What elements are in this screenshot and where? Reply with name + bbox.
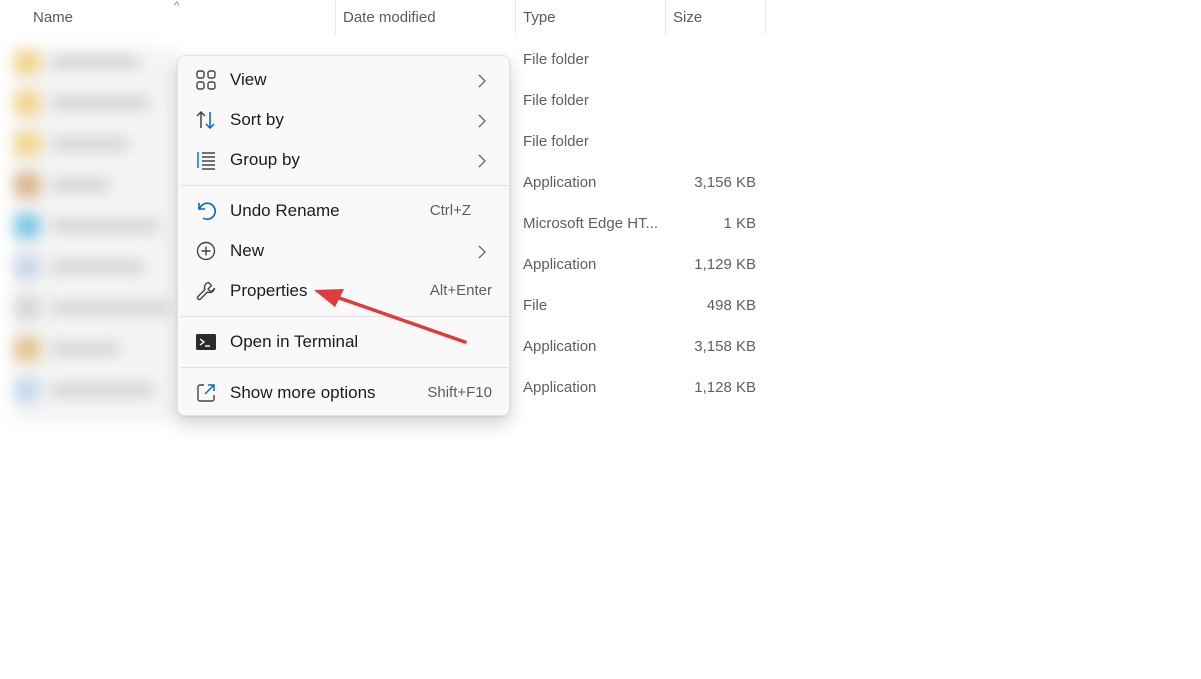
chevron-right-icon — [476, 245, 488, 259]
menu-item-shortcut: Ctrl+Z — [429, 202, 471, 219]
table-row-size: 1,128 KB — [694, 379, 756, 396]
menu-item-view[interactable]: View — [178, 60, 511, 100]
menu-item-properties[interactable]: Properties Alt+Enter — [178, 271, 511, 311]
sort-ascending-icon: ^ — [174, 0, 180, 12]
table-row-type: Application — [523, 338, 597, 355]
menu-item-sort-by[interactable]: Sort by — [178, 100, 511, 140]
menu-separator — [180, 185, 509, 186]
table-row-size: 3,158 KB — [694, 338, 756, 355]
column-header-name[interactable]: Name — [33, 0, 73, 34]
chevron-right-icon — [476, 74, 488, 88]
menu-separator — [180, 316, 509, 317]
share-external-icon — [195, 382, 217, 404]
table-row-type: Application — [523, 256, 597, 273]
table-row-type: Application — [523, 379, 597, 396]
menu-item-show-more-options[interactable]: Show more options Shift+F10 — [178, 373, 511, 413]
menu-item-label: Show more options — [230, 383, 376, 402]
table-row-type: File folder — [523, 51, 589, 68]
menu-separator — [180, 367, 509, 368]
grid-view-icon — [195, 69, 217, 91]
chevron-right-icon — [476, 154, 488, 168]
table-row-type: File folder — [523, 133, 589, 150]
plus-circle-icon — [195, 240, 217, 262]
wrench-icon — [195, 280, 217, 302]
sort-arrows-icon — [195, 109, 217, 131]
terminal-icon — [195, 331, 217, 353]
menu-item-new[interactable]: New — [178, 231, 511, 271]
chevron-right-icon — [476, 114, 488, 128]
table-row-type: File — [523, 297, 548, 314]
menu-item-group-by[interactable]: Group by — [178, 140, 511, 180]
menu-item-label: Open in Terminal — [230, 332, 359, 351]
column-divider[interactable] — [665, 0, 666, 34]
table-row-size: 498 KB — [706, 297, 756, 314]
context-menu: View Sort by Group by Undo Rename Ctrl+Z… — [177, 55, 510, 416]
menu-item-shortcut: Alt+Enter — [429, 282, 492, 299]
menu-item-label: Undo Rename — [230, 201, 340, 220]
menu-item-label: New — [230, 241, 265, 260]
column-header-date-modified[interactable]: Date modified — [343, 0, 436, 34]
blurred-file-names — [12, 48, 177, 421]
menu-item-label: Sort by — [230, 110, 284, 129]
column-divider[interactable] — [765, 0, 766, 34]
column-divider[interactable] — [515, 0, 516, 34]
undo-icon — [195, 200, 217, 222]
column-divider[interactable] — [335, 0, 336, 34]
group-list-icon — [195, 149, 217, 171]
table-row-size: 3,156 KB — [694, 174, 756, 191]
table-row-type: Application — [523, 174, 597, 191]
table-row-type: File folder — [523, 92, 589, 109]
table-row-size: 1 KB — [723, 215, 756, 232]
menu-item-shortcut: Shift+F10 — [427, 384, 492, 401]
menu-item-undo-rename[interactable]: Undo Rename Ctrl+Z — [178, 191, 511, 231]
table-row-size: 1,129 KB — [694, 256, 756, 273]
menu-item-label: Group by — [230, 150, 300, 169]
menu-item-label: View — [230, 70, 267, 89]
menu-item-label: Properties — [230, 281, 308, 300]
menu-item-open-in-terminal[interactable]: Open in Terminal — [178, 322, 511, 362]
column-header-size[interactable]: Size — [673, 0, 702, 34]
column-header-type[interactable]: Type — [523, 0, 556, 34]
